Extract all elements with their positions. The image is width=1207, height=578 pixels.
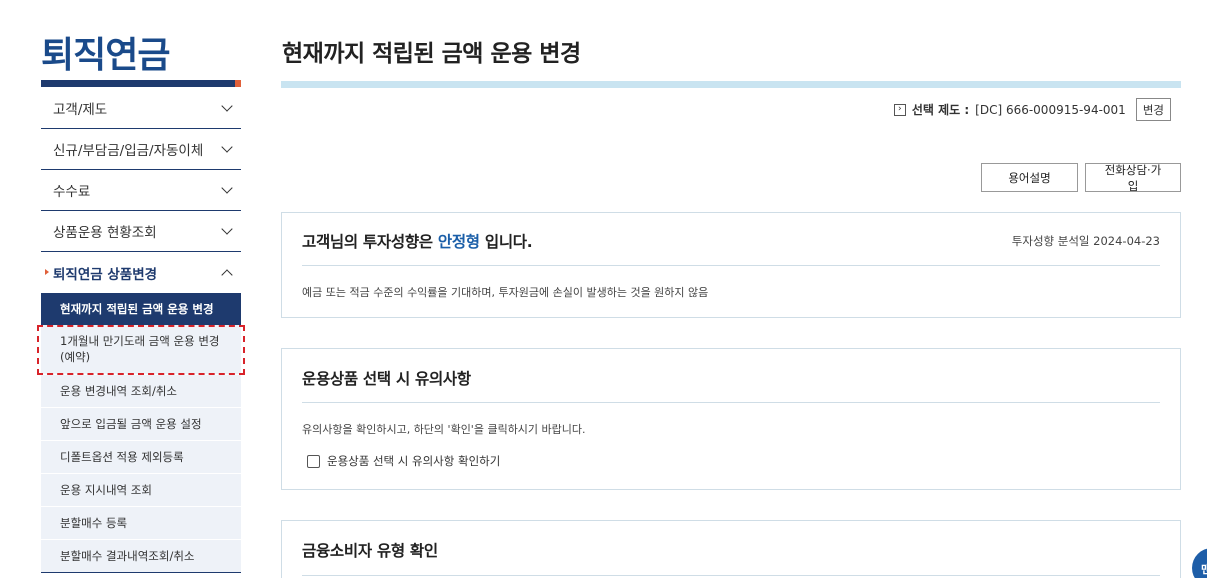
brand-divider <box>41 80 241 87</box>
profile-description: 예금 또는 적금 수준의 수익률을 기대하며, 투자원금에 손실이 발생하는 것… <box>302 286 709 299</box>
brand-title: 퇴직연금 <box>41 35 170 76</box>
sidebar-submenu: 현재까지 적립된 금액 운용 변경 1개월내 만기도래 금액 운용 변경(예약)… <box>41 293 241 573</box>
panel-header: 금융소비자 유형 확인 <box>302 521 1160 576</box>
submenu-item-maturity-change[interactable]: 1개월내 만기도래 금액 운용 변경(예약) <box>41 325 241 375</box>
panel-header: 고객님의 투자성향은 안정형 입니다. 투자성향 분석일 2024-04-23 <box>302 213 1160 266</box>
sidebar-item-label: 수수료 <box>53 184 91 200</box>
change-plan-button[interactable]: 변경 <box>1135 98 1171 121</box>
sidebar-item-product-change[interactable]: 퇴직연금 상품변경 <box>41 252 241 293</box>
chevron-down-icon <box>221 100 233 112</box>
sidebar-menu: 고객/제도 신규/부담금/입금/자동이체 수수료 상품운용 현황조회 퇴직연금 … <box>41 88 241 573</box>
selection-value: [DC] 666-000915-94-001 <box>975 102 1126 117</box>
page-title: 현재까지 적립된 금액 운용 변경 <box>282 41 581 67</box>
sidebar-item-label: 퇴직연금 상품변경 <box>53 266 158 283</box>
scroll-top-button[interactable]: 맨 <box>1192 548 1207 578</box>
notice-confirm-checkbox[interactable] <box>307 454 320 468</box>
submenu-item-future-deposit[interactable]: 앞으로 입금될 금액 운용 설정 <box>41 408 241 441</box>
sidebar-item-product-status[interactable]: 상품운용 현황조회 <box>41 211 241 252</box>
notice-description: 유의사항을 확인하시고, 하단의 '확인'을 클릭하시기 바랍니다. <box>302 423 586 436</box>
plan-selection: › 선택 제도 : [DC] 666-000915-94-001 변경 <box>893 98 1171 121</box>
title-prefix: 고객님의 투자성향은 <box>302 233 433 251</box>
consumer-type-panel: 금융소비자 유형 확인 <box>281 520 1181 578</box>
submenu-item-split-buy[interactable]: 분할매수 등록 <box>41 507 241 540</box>
title-divider <box>281 81 1181 88</box>
chevron-down-icon <box>221 141 233 153</box>
phone-consult-button[interactable]: 전화상담·가입 <box>1085 163 1181 193</box>
panel-body: 유의사항을 확인하시고, 하단의 '확인'을 클릭하시기 바랍니다. 운용상품 … <box>282 403 1180 469</box>
glossary-button[interactable]: 용어설명 <box>981 163 1078 192</box>
chevron-down-icon <box>221 223 233 235</box>
submenu-item-split-buy-result[interactable]: 분할매수 결과내역조회/취소 <box>41 540 241 573</box>
selection-label: 선택 제도 : <box>911 103 970 117</box>
panel-title: 금융소비자 유형 확인 <box>302 542 438 560</box>
analysis-date: 투자성향 분석일 2024-04-23 <box>1011 234 1160 248</box>
panel-title: 고객님의 투자성향은 안정형 입니다. <box>302 230 533 252</box>
chevron-down-icon <box>221 182 233 194</box>
submenu-item-default-option[interactable]: 디폴트옵션 적용 제외등록 <box>41 441 241 474</box>
profile-type: 안정형 <box>437 233 480 251</box>
sidebar-item-customer[interactable]: 고객/제도 <box>41 88 241 129</box>
sidebar-item-label: 상품운용 현황조회 <box>53 225 157 241</box>
sidebar-item-label: 신규/부담금/입금/자동이체 <box>53 143 204 159</box>
arrow-right-icon: › <box>893 103 906 116</box>
panel-header: 운용상품 선택 시 유의사항 <box>302 349 1160 403</box>
sidebar-item-label: 고객/제도 <box>53 102 108 118</box>
sidebar-item-new-deposit[interactable]: 신규/부담금/입금/자동이체 <box>41 129 241 170</box>
title-suffix: 입니다. <box>484 233 533 251</box>
checkbox-label: 운용상품 선택 시 유의사항 확인하기 <box>327 454 501 468</box>
sidebar-item-fees[interactable]: 수수료 <box>41 170 241 211</box>
submenu-item-active[interactable]: 현재까지 적립된 금액 운용 변경 <box>41 293 241 325</box>
investment-profile-panel: 고객님의 투자성향은 안정형 입니다. 투자성향 분석일 2024-04-23 … <box>281 212 1181 318</box>
panel-title: 운용상품 선택 시 유의사항 <box>302 369 471 388</box>
notice-confirm-checkbox-row[interactable]: 운용상품 선택 시 유의사항 확인하기 <box>302 453 1160 469</box>
bullet-icon <box>45 269 49 275</box>
brand-divider-accent <box>235 80 241 87</box>
product-notice-panel: 운용상품 선택 시 유의사항 유의사항을 확인하시고, 하단의 '확인'을 클릭… <box>281 348 1181 490</box>
submenu-item-change-history[interactable]: 운용 변경내역 조회/취소 <box>41 375 241 408</box>
action-buttons: 용어설명 전화상담·가입 <box>981 163 1181 193</box>
submenu-item-instruction-history[interactable]: 운용 지시내역 조회 <box>41 474 241 507</box>
chevron-up-icon <box>221 268 233 281</box>
